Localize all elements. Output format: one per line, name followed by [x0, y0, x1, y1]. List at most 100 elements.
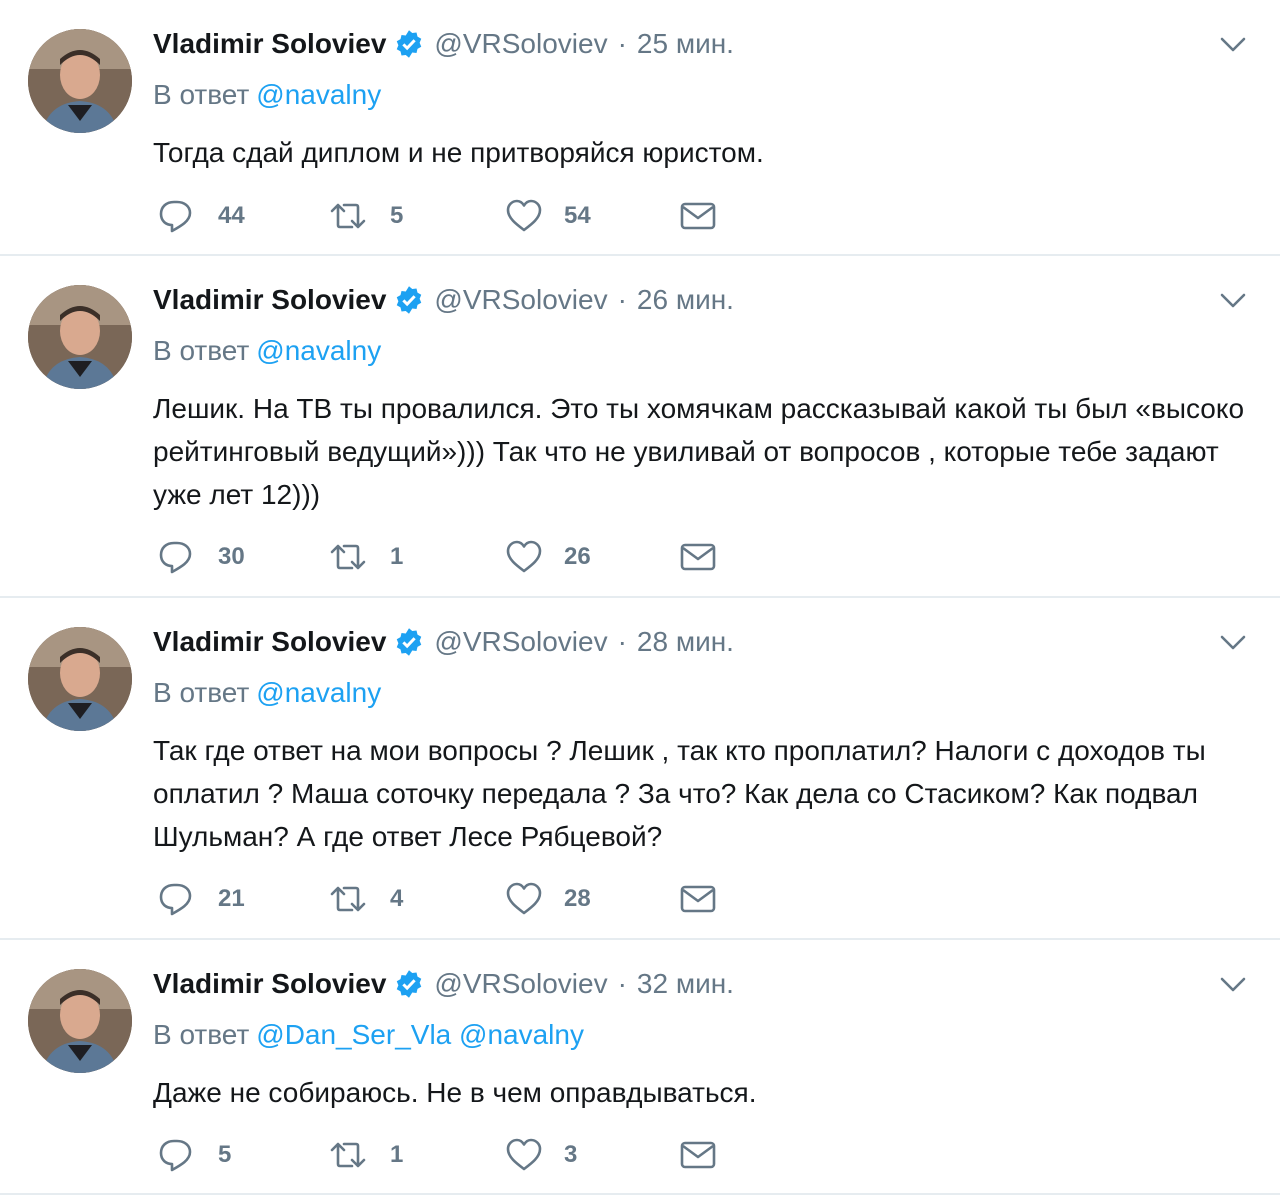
reply-mentions[interactable]: @Dan_Ser_Vla @navalny	[256, 1019, 584, 1050]
reply-button[interactable]: 21	[158, 881, 245, 917]
retweet-count: 5	[390, 202, 404, 229]
reply-context: В ответ @Dan_Ser_Vla @navalny	[153, 1019, 584, 1051]
heart-icon	[506, 1138, 542, 1171]
tweet[interactable]: Vladimir Soloviev @VRSoloviev · 26 мин. …	[0, 256, 1280, 598]
direct-message-button[interactable]	[680, 539, 716, 575]
like-button[interactable]: 3	[506, 1137, 577, 1173]
like-count: 28	[564, 885, 591, 912]
timestamp[interactable]: 25 мин.	[637, 28, 734, 60]
tweet-text: Тогда сдай диплом и не притворяйся юрист…	[153, 137, 764, 168]
author-handle[interactable]: @VRSoloviev	[434, 626, 607, 658]
separator: ·	[617, 28, 627, 59]
separator: ·	[617, 626, 627, 657]
retweet-button[interactable]: 1	[328, 1137, 403, 1173]
tweet-header: Vladimir Soloviev @VRSoloviev · 28 мин.	[153, 624, 734, 660]
reply-prefix: В ответ	[153, 79, 250, 110]
retweet-count: 1	[390, 543, 404, 570]
like-count: 54	[564, 202, 591, 229]
reply-prefix: В ответ	[153, 677, 250, 708]
author-name[interactable]: Vladimir Soloviev	[153, 284, 386, 316]
avatar-image	[28, 969, 132, 1073]
reply-mentions[interactable]: @navalny	[256, 677, 381, 708]
heart-icon	[506, 882, 542, 915]
like-button[interactable]: 26	[506, 539, 591, 575]
reply-mentions[interactable]: @navalny	[256, 79, 381, 110]
reply-icon	[159, 1139, 192, 1172]
separator: ·	[617, 284, 627, 315]
retweet-count: 4	[390, 885, 404, 912]
chevron-down-icon[interactable]	[1220, 634, 1246, 652]
like-count: 3	[564, 1141, 578, 1168]
author-name[interactable]: Vladimir Soloviev	[153, 28, 386, 60]
reply-context: В ответ @navalny	[153, 677, 381, 709]
tweet[interactable]: Vladimir Soloviev @VRSoloviev · 32 мин. …	[0, 940, 1280, 1195]
avatar-image	[28, 29, 132, 133]
reply-button[interactable]: 5	[158, 1137, 231, 1173]
avatar-image	[28, 627, 132, 731]
reply-count: 44	[218, 202, 245, 229]
mail-icon	[680, 543, 716, 571]
retweet-count: 1	[390, 1141, 404, 1168]
retweet-button[interactable]: 1	[328, 539, 403, 575]
mail-icon	[680, 885, 716, 913]
avatar-image	[28, 285, 132, 389]
verified-icon	[397, 30, 422, 58]
chevron-down-icon[interactable]	[1220, 292, 1246, 310]
mail-icon	[680, 1141, 716, 1169]
retweet-button[interactable]: 4	[328, 881, 403, 917]
reply-count: 21	[218, 885, 245, 912]
chevron-down-icon[interactable]	[1220, 36, 1246, 54]
tweet-header: Vladimir Soloviev @VRSoloviev · 32 мин.	[153, 966, 734, 1002]
author-handle[interactable]: @VRSoloviev	[434, 968, 607, 1000]
author-handle[interactable]: @VRSoloviev	[434, 284, 607, 316]
reply-context: В ответ @navalny	[153, 335, 381, 367]
reply-prefix: В ответ	[153, 1019, 250, 1050]
separator: ·	[617, 968, 627, 999]
avatar[interactable]	[28, 29, 132, 133]
reply-icon	[159, 541, 192, 574]
tweet-text: Так где ответ на мои вопросы ? Лешик , т…	[153, 735, 1206, 852]
author-name[interactable]: Vladimir Soloviev	[153, 626, 386, 658]
avatar[interactable]	[28, 627, 132, 731]
verified-icon	[397, 286, 422, 314]
tweet[interactable]: Vladimir Soloviev @VRSoloviev · 28 мин. …	[0, 598, 1280, 940]
reply-icon	[159, 200, 192, 233]
tweet-header: Vladimir Soloviev @VRSoloviev · 25 мин.	[153, 26, 734, 62]
reply-context: В ответ @navalny	[153, 79, 381, 111]
tweet[interactable]: Vladimir Soloviev @VRSoloviev · 25 мин. …	[0, 0, 1280, 256]
retweet-icon	[330, 1142, 366, 1168]
like-count: 26	[564, 543, 591, 570]
avatar[interactable]	[28, 285, 132, 389]
avatar[interactable]	[28, 969, 132, 1073]
retweet-icon	[330, 886, 366, 912]
author-name[interactable]: Vladimir Soloviev	[153, 968, 386, 1000]
mail-icon	[680, 202, 716, 230]
direct-message-button[interactable]	[680, 1137, 716, 1173]
reply-button[interactable]: 44	[158, 198, 245, 234]
author-handle[interactable]: @VRSoloviev	[434, 28, 607, 60]
timestamp[interactable]: 26 мин.	[637, 284, 734, 316]
tweet-header: Vladimir Soloviev @VRSoloviev · 26 мин.	[153, 282, 734, 318]
heart-icon	[506, 199, 542, 232]
direct-message-button[interactable]	[680, 198, 716, 234]
reply-count: 5	[218, 1141, 232, 1168]
retweet-icon	[330, 203, 366, 229]
reply-count: 30	[218, 543, 245, 570]
tweet-text: Лешик. На ТВ ты провалился. Это ты хомяч…	[153, 393, 1245, 510]
reply-mentions[interactable]: @navalny	[256, 335, 381, 366]
chevron-down-icon[interactable]	[1220, 976, 1246, 994]
timestamp[interactable]: 32 мин.	[637, 968, 734, 1000]
like-button[interactable]: 54	[506, 198, 591, 234]
reply-icon	[159, 883, 192, 916]
tweet-text: Даже не собираюсь. Не в чем оправдыватьс…	[153, 1077, 757, 1108]
reply-prefix: В ответ	[153, 335, 250, 366]
verified-icon	[397, 970, 422, 998]
direct-message-button[interactable]	[680, 881, 716, 917]
reply-button[interactable]: 30	[158, 539, 245, 575]
like-button[interactable]: 28	[506, 881, 591, 917]
retweet-icon	[330, 544, 366, 570]
heart-icon	[506, 540, 542, 573]
verified-icon	[397, 628, 422, 656]
retweet-button[interactable]: 5	[328, 198, 403, 234]
timestamp[interactable]: 28 мин.	[637, 626, 734, 658]
